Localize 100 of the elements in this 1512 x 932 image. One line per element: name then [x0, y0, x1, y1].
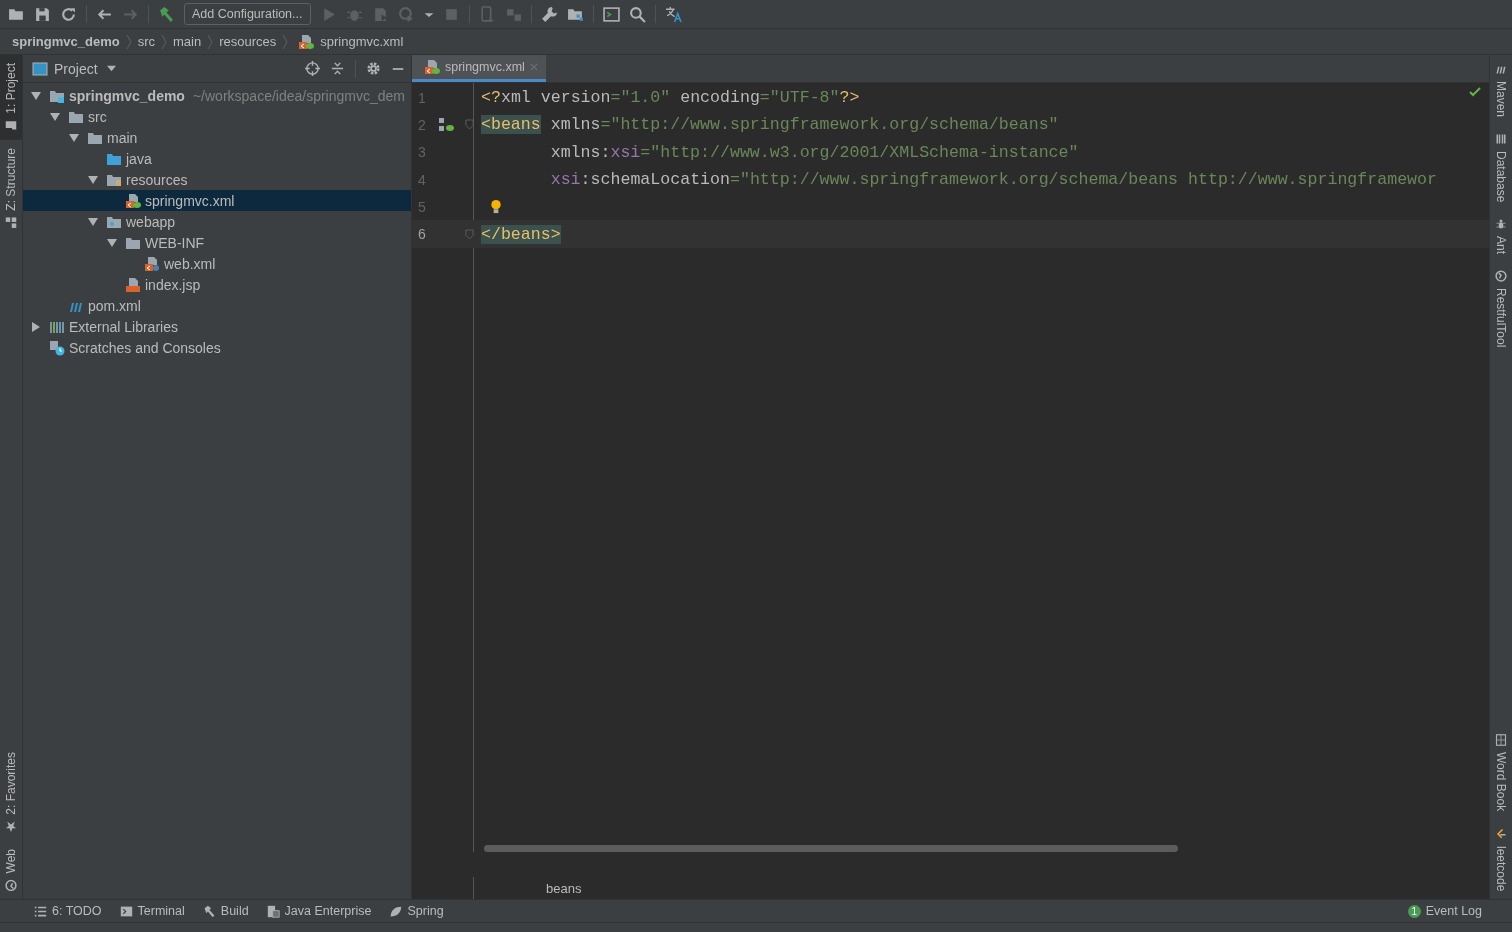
- tree-item[interactable]: java: [23, 148, 411, 169]
- structure-icon: [5, 216, 17, 229]
- wrench-icon[interactable]: [540, 5, 558, 23]
- event-log-button[interactable]: 1 Event Log: [1407, 904, 1482, 918]
- tree-item[interactable]: springmvc_demo ~/workspace/idea/springmvc_dem: [23, 85, 411, 106]
- tool-window-tab[interactable]: Maven: [1490, 55, 1512, 126]
- tree-item[interactable]: pom.xml: [23, 295, 411, 316]
- folder-icon: [5, 119, 17, 132]
- translate-icon[interactable]: [664, 5, 682, 23]
- caret-icon[interactable]: [106, 64, 116, 73]
- line-number: 1: [417, 89, 427, 106]
- tab-label: springmvc.xml: [445, 60, 525, 74]
- chevron-icon: [125, 33, 132, 50]
- tree-label: WEB-INF: [145, 234, 205, 251]
- tool-window-tab[interactable]: Web: [0, 840, 22, 899]
- terminal-icon: [119, 904, 133, 918]
- tree-label: resources: [126, 171, 188, 188]
- line-number: 2: [417, 116, 427, 133]
- breadcrumb-item[interactable]: springmvc.xml: [320, 34, 404, 49]
- editor-tab[interactable]: springmvc.xml: [412, 55, 546, 82]
- code-line: <?xml version="1.0" encoding="UTF-8"?>: [480, 88, 860, 108]
- breadcrumb-item[interactable]: beans: [546, 880, 582, 896]
- leetcode-icon: [1495, 827, 1507, 840]
- code-line: <beans xmlns="http://www.springframework.org/schema/beans": [480, 115, 1059, 135]
- tree-item[interactable]: External Libraries: [23, 316, 411, 337]
- fold-marker-icon[interactable]: [465, 119, 474, 131]
- tree-item[interactable]: webapp: [23, 211, 411, 232]
- tree-item[interactable]: resources: [23, 169, 411, 190]
- tool-window-tab[interactable]: Build: [202, 904, 249, 918]
- tree-label: src: [88, 108, 107, 125]
- check-icon: [1469, 87, 1481, 97]
- jsp-file-icon: [125, 276, 141, 293]
- collapsed-arrow-icon[interactable]: [31, 321, 41, 332]
- tree-item[interactable]: springmvc.xml: [23, 190, 411, 211]
- breadcrumb-item[interactable]: main: [173, 34, 202, 49]
- terminal-icon[interactable]: [602, 5, 620, 23]
- expanded-arrow-icon[interactable]: [88, 174, 98, 185]
- chevron-icon: [161, 33, 167, 50]
- book-icon: [1495, 734, 1507, 747]
- add-configuration-button[interactable]: Add Configuration...: [184, 3, 311, 25]
- tool-window-tab[interactable]: Z: Structure: [0, 139, 22, 237]
- tree-item[interactable]: src: [23, 106, 411, 127]
- expanded-arrow-icon[interactable]: [31, 90, 41, 101]
- list-icon: [34, 904, 47, 918]
- scratch-icon: [49, 339, 65, 356]
- expanded-arrow-icon[interactable]: [50, 111, 60, 122]
- save-icon[interactable]: [34, 5, 51, 23]
- expanded-arrow-icon[interactable]: [69, 132, 79, 143]
- xml-file-icon: [125, 192, 141, 209]
- tool-window-tab[interactable]: Ant: [1490, 210, 1512, 263]
- sync-icon[interactable]: [60, 5, 77, 23]
- path-hint: ~/workspace/idea/springmvc_dem: [192, 87, 405, 104]
- xml-file-icon: [144, 255, 160, 272]
- database-icon: [1495, 133, 1507, 146]
- tree-item[interactable]: Scratches and Consoles: [23, 337, 411, 358]
- star-icon: [5, 820, 17, 833]
- expanded-arrow-icon[interactable]: [88, 216, 98, 227]
- tree-item[interactable]: index.jsp: [23, 274, 411, 295]
- tree-label: pom.xml: [88, 297, 141, 314]
- tool-window-tab[interactable]: 6: TODO: [34, 904, 102, 918]
- fold-marker-icon[interactable]: [465, 228, 474, 240]
- tool-window-tab[interactable]: RestfulTool: [1490, 262, 1512, 356]
- light-bulb-icon[interactable]: [490, 199, 502, 215]
- locate-icon[interactable]: [305, 61, 320, 76]
- hammer-icon[interactable]: [158, 5, 175, 23]
- xml-file-icon: [424, 59, 440, 75]
- line-number: 3: [417, 144, 427, 161]
- line-number: 6: [417, 226, 427, 243]
- chevron-icon: [282, 33, 289, 50]
- breadcrumb-item[interactable]: springmvc_demo: [12, 34, 120, 49]
- tool-window-tab[interactable]: leetcode: [1490, 819, 1512, 899]
- tree-label: web.xml: [164, 255, 216, 272]
- scrollbar[interactable]: [484, 845, 1178, 852]
- tree-item[interactable]: WEB-INF: [23, 232, 411, 253]
- tool-window-tab[interactable]: Database: [1490, 125, 1512, 211]
- tool-window-tab[interactable]: Word Book: [1490, 726, 1512, 820]
- tool-window-tab[interactable]: Java Enterprise: [266, 904, 372, 918]
- tool-window-tab[interactable]: Spring: [389, 904, 444, 918]
- tree-label: Scratches and Consoles: [69, 339, 221, 356]
- globe-icon: [5, 879, 17, 891]
- project-view-dropdown[interactable]: Project: [54, 60, 116, 77]
- tree-item[interactable]: main: [23, 127, 411, 148]
- window-icon: [32, 60, 48, 77]
- tool-window-tab[interactable]: 2: Favorites: [0, 743, 22, 841]
- tree-label: index.jsp: [145, 276, 201, 293]
- tree-item[interactable]: web.xml: [23, 253, 411, 274]
- tool-window-tab[interactable]: Terminal: [119, 904, 185, 918]
- tree-label: springmvc.xml: [145, 192, 235, 209]
- breadcrumb-item[interactable]: src: [137, 34, 155, 49]
- enterprise-icon: [266, 904, 280, 918]
- count-badge: 1: [1407, 904, 1421, 918]
- code-line: xmlns:xsi="http://www.w3.org/2001/XMLSchema-instance": [549, 142, 1079, 162]
- tool-window-tab[interactable]: 1: Project: [0, 55, 22, 140]
- search-icon[interactable]: [628, 5, 646, 23]
- bean-gutter-icon[interactable]: [438, 116, 454, 133]
- expanded-arrow-icon[interactable]: [107, 237, 117, 248]
- collapse-all-icon[interactable]: [330, 61, 345, 76]
- breadcrumb-item[interactable]: resources: [219, 34, 277, 49]
- settings-icon[interactable]: [366, 61, 381, 76]
- code-line: xsi:schemaLocation="http://www.springframework.org/schema/beans http://www.springframewor: [549, 170, 1437, 190]
